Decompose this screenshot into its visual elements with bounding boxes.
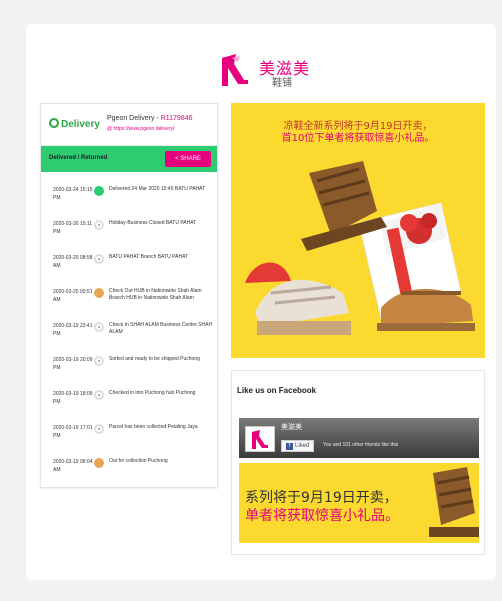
- high-heel-logo-icon: [222, 54, 248, 86]
- tracking-panel: Delivery Pgeon Delivery - R1179846 @ htt…: [40, 103, 218, 488]
- box-icon: [94, 288, 104, 298]
- pin-icon: [94, 220, 104, 230]
- box-icon: [94, 458, 104, 468]
- tracking-events: 2020-03-24 15:15 PM Delivered 24 Mar 202…: [41, 180, 217, 486]
- event-date: 2020-03-20 00:51 AM: [53, 289, 93, 303]
- event-desc: Sorted and ready to be shipped Puchong: [109, 356, 200, 362]
- high-heel-logo-icon: [252, 430, 268, 449]
- facebook-friends-text: You and 101 other friends like this: [323, 442, 399, 448]
- tracking-number[interactable]: R1179846: [161, 115, 193, 122]
- tracking-event: 2020-03-20 08:58 AM BATU PAHAT Branch BA…: [41, 248, 217, 282]
- pin-icon: [94, 322, 104, 332]
- tracking-event: 2020-03-19 23:41 PM Check In SHAH ALAM B…: [41, 316, 217, 350]
- facebook-title: Like us on Facebook: [237, 386, 317, 395]
- event-desc: Delivered 24 Mar 2020 15:45 BATU PAHAT: [109, 186, 206, 192]
- tracking-event: 2020-03-20 00:51 AM Check Out HUB in Nat…: [41, 282, 217, 316]
- pin-icon: [94, 356, 104, 366]
- event-desc: Out for collection Puchong: [109, 458, 168, 464]
- pin-icon: [94, 424, 104, 434]
- tracking-event: 2020-03-19 17:01 PM Parcel has been coll…: [41, 418, 217, 452]
- facebook-page-thumbnail[interactable]: [245, 426, 275, 452]
- event-desc: BATU PAHAT Branch BATU PAHAT: [109, 254, 189, 260]
- tracking-title: Pgeon Delivery - R1179846: [107, 115, 193, 122]
- event-desc: Check In SHAH ALAM Business Centre SHAH …: [109, 322, 213, 335]
- event-desc: Checked in into Puchong hub Puchong: [109, 390, 196, 396]
- cover-subline: 单者将获取惊喜小礼品。: [245, 508, 399, 524]
- pgeon-link[interactable]: @ https://www.pgeon.delivery/: [107, 126, 174, 132]
- check-icon: [94, 186, 104, 196]
- status-bar: Delivered / Returned < SHARE: [41, 146, 217, 172]
- tracking-event: 2020-03-19 08:04 AM Out for collection P…: [41, 452, 217, 486]
- event-desc: Parcel has been collected Petaling Jaya: [109, 424, 198, 430]
- share-button[interactable]: < SHARE: [165, 151, 211, 167]
- facebook-page-name[interactable]: 美滋美: [281, 422, 302, 432]
- event-date: 2020-03-19 08:04 AM: [53, 459, 93, 473]
- event-date: 2020-03-24 15:15 PM: [53, 187, 93, 201]
- promo-subline: 首10位下单者将获取惊喜小礼品。: [281, 133, 435, 144]
- pin-icon: [94, 390, 104, 400]
- facebook-cover-image[interactable]: 系列将于9月19日开卖， 单者将获取惊喜小礼品。: [239, 463, 479, 543]
- cover-headline: 系列将于9月19日开卖，: [245, 490, 398, 506]
- sandals-gift-image: [245, 161, 475, 335]
- tracking-event: 2020-03-30 15:11 PM Holiday-Business Clo…: [41, 214, 217, 248]
- brand-subtitle: 鞋铺: [272, 78, 292, 89]
- pgeon-logo-icon: [49, 118, 59, 128]
- status-text: Delivered / Returned: [49, 155, 108, 161]
- pgeon-logo: Delivery: [49, 118, 100, 130]
- event-date: 2020-03-19 23:41 PM: [53, 323, 93, 337]
- event-date: 2020-03-30 15:11 PM: [53, 221, 93, 235]
- promo-banner[interactable]: 凉鞋全新系列将于9月19日开卖， 首10位下单者将获取惊喜小礼品。: [231, 103, 485, 358]
- facebook-like-widget: 美滋美 f Liked You and 101 other friends lik…: [239, 418, 479, 458]
- brand-logo: 美滋美 鞋铺: [214, 50, 324, 94]
- tracking-header: Delivery Pgeon Delivery - R1179846 @ htt…: [41, 104, 217, 146]
- event-date: 2020-03-19 18:09 PM: [53, 391, 93, 405]
- facebook-panel: Like us on Facebook 美滋美 f Liked You and 1…: [231, 370, 485, 555]
- tracking-event: 2020-03-19 18:09 PM Checked in into Puch…: [41, 384, 217, 418]
- tracking-event: 2020-03-24 15:15 PM Delivered 24 Mar 202…: [41, 180, 217, 214]
- event-desc: Check Out HUB in Nationwide Shah Alam Br…: [109, 288, 202, 301]
- event-date: 2020-03-20 08:58 AM: [53, 255, 93, 269]
- sandal-image: [429, 467, 479, 537]
- event-date: 2020-03-19 20:09 PM: [53, 357, 93, 371]
- event-desc: Holiday-Business Closed BATU PAHAT: [109, 220, 197, 226]
- tracking-event: 2020-03-19 20:09 PM Sorted and ready to …: [41, 350, 217, 384]
- pin-icon: [94, 254, 104, 264]
- facebook-icon: f: [286, 443, 293, 450]
- event-date: 2020-03-19 17:01 PM: [53, 425, 93, 439]
- facebook-like-button[interactable]: f Liked: [281, 440, 315, 452]
